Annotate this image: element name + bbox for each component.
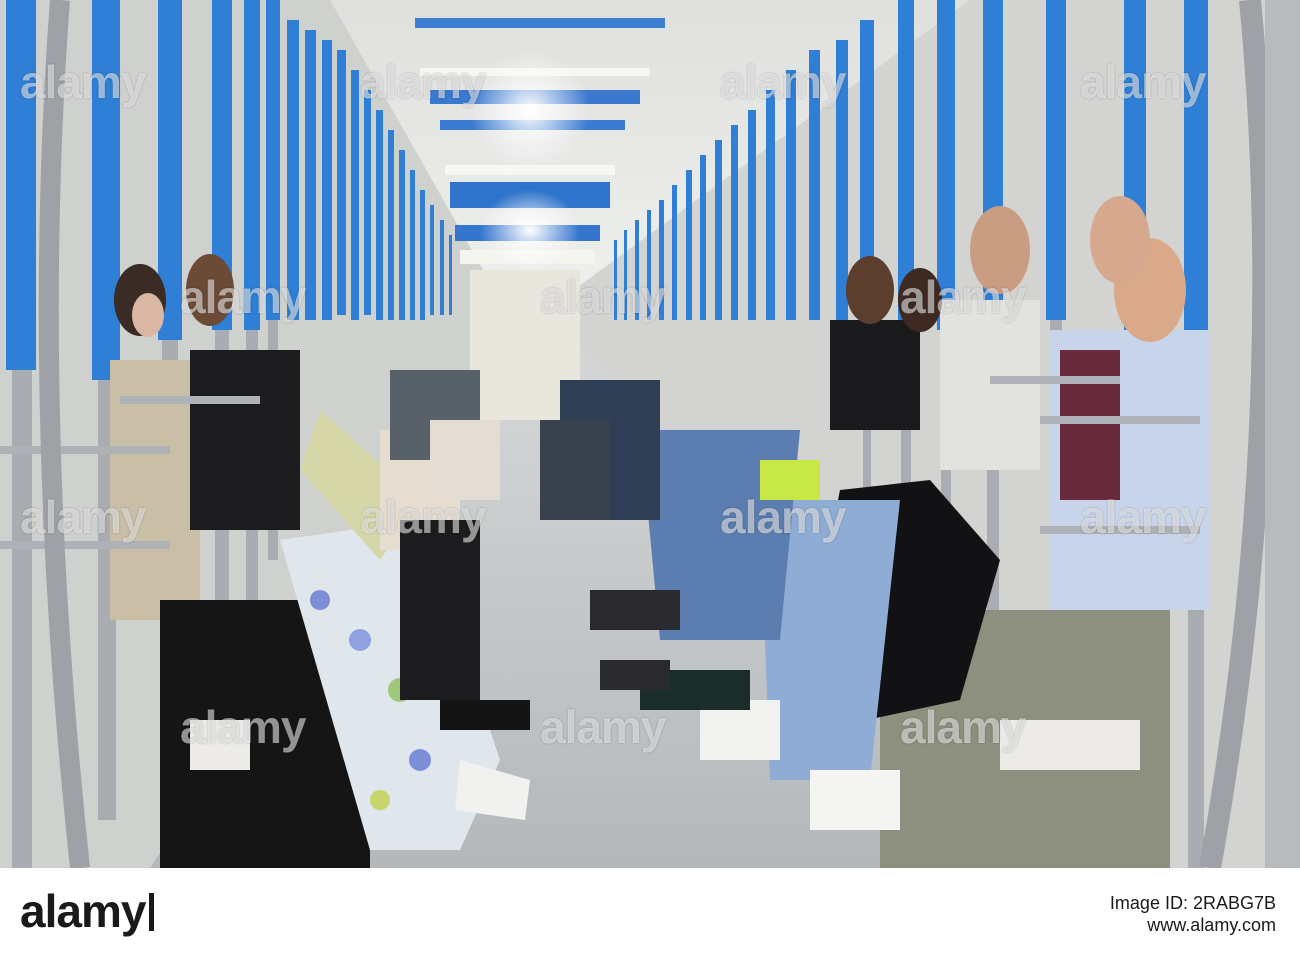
logo-bar-icon bbox=[149, 893, 155, 931]
subway-car-photo: alamy alamy alamy alamy alamy alamy alam… bbox=[0, 0, 1300, 868]
logo-text: alamy bbox=[20, 885, 146, 937]
left-seat-shell bbox=[190, 720, 250, 770]
image-id-label: Image ID: 2RABG7B bbox=[1109, 893, 1276, 913]
right-seat-shell bbox=[1000, 720, 1140, 770]
image-id-block: Image ID: 2RABG7B www.alamy.com bbox=[1110, 892, 1276, 936]
footer-bar: alamy Image ID: 2RABG7B www.alamy.com bbox=[0, 868, 1300, 956]
site-url: www.alamy.com bbox=[1147, 915, 1276, 935]
right-edge-frame bbox=[1265, 0, 1300, 868]
alamy-logo: alamy bbox=[20, 884, 155, 938]
scene-illustration bbox=[0, 0, 1300, 868]
